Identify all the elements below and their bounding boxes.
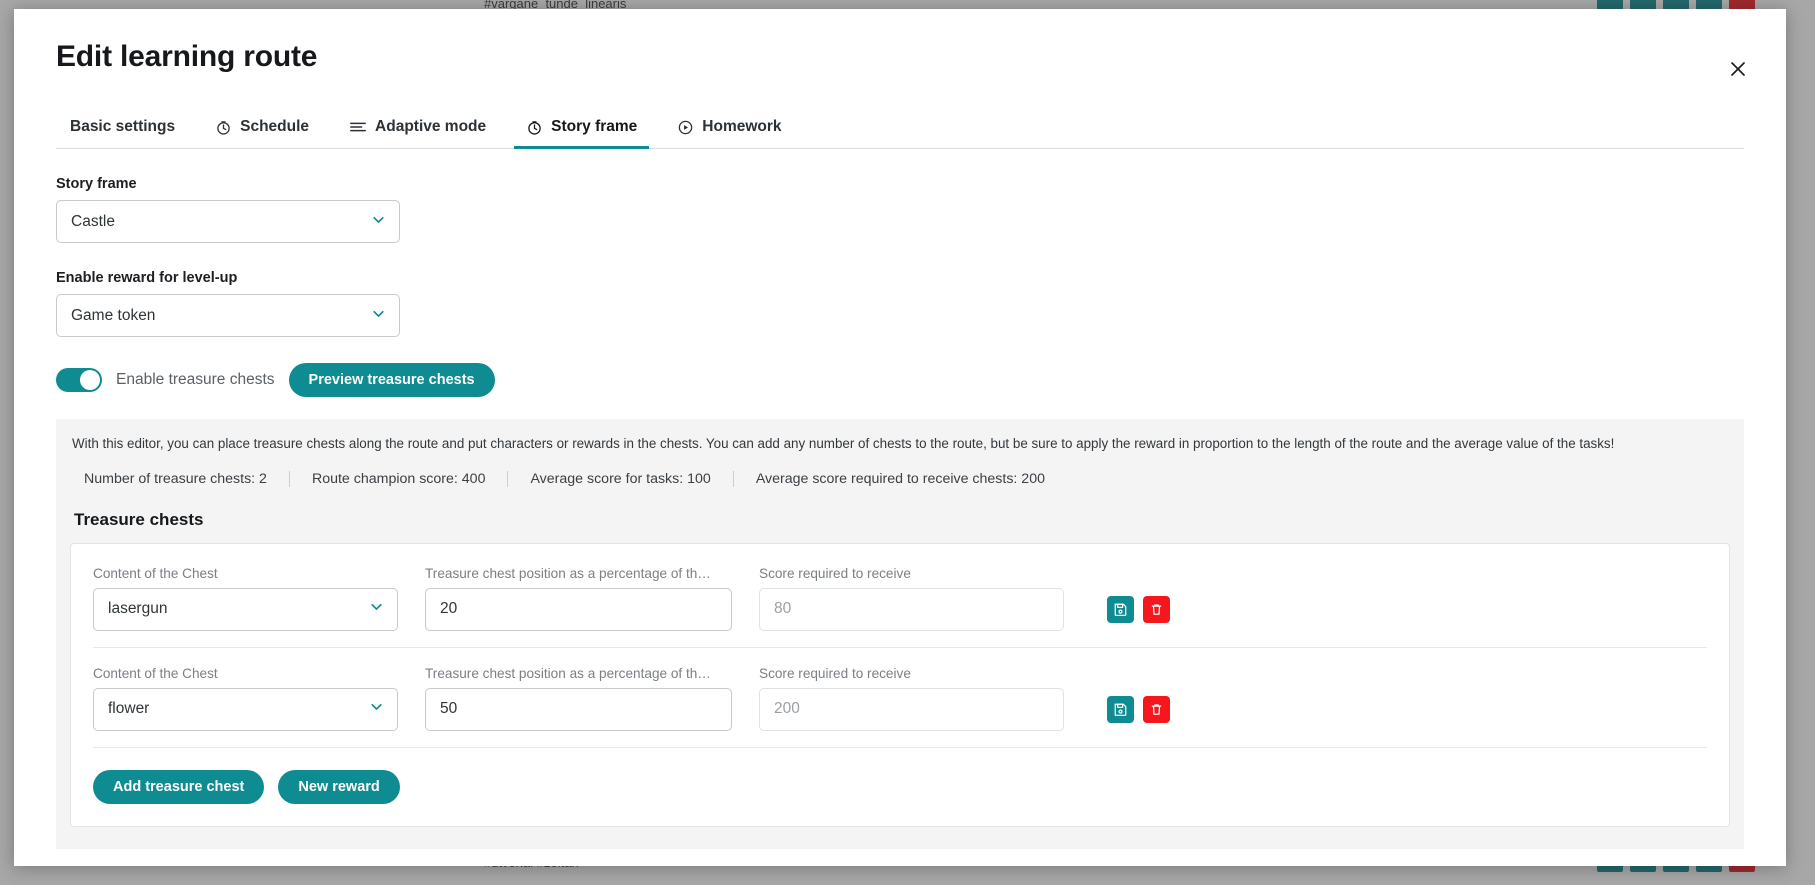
chest-content-field: Content of the Chest lasergun bbox=[93, 566, 398, 631]
tab-basic-settings[interactable]: Basic settings bbox=[56, 118, 195, 148]
chest-position-label: Treasure chest position as a percentage … bbox=[425, 565, 711, 581]
close-icon[interactable] bbox=[1722, 53, 1754, 85]
chest-content-value: lasergun bbox=[108, 600, 168, 618]
stopwatch-icon bbox=[215, 119, 232, 136]
tab-story-frame[interactable]: Story frame bbox=[506, 118, 657, 149]
stats-row: Number of treasure chests: 2 Route champ… bbox=[70, 470, 1730, 487]
editor-description: With this editor, you can place treasure… bbox=[72, 436, 1615, 451]
chest-score-field: Score required to receive 80 bbox=[759, 566, 1064, 631]
tab-homework[interactable]: Homework bbox=[657, 118, 801, 148]
chevron-down-icon bbox=[370, 305, 387, 327]
tab-label: Story frame bbox=[551, 118, 638, 135]
stat-average-score-tasks: Average score for tasks: 100 bbox=[507, 470, 732, 487]
tab-adaptive-mode[interactable]: Adaptive mode bbox=[329, 118, 506, 148]
chest-content-select[interactable]: flower bbox=[93, 687, 398, 731]
stat-route-champion-score: Route champion score: 400 bbox=[288, 470, 508, 487]
chest-row-actions bbox=[1107, 695, 1170, 731]
floppy-disk-icon[interactable] bbox=[1107, 595, 1134, 623]
treasure-chest-row: Content of the Chest flower Treasure che… bbox=[93, 648, 1707, 748]
floppy-disk-icon[interactable] bbox=[1107, 695, 1134, 723]
stopwatch-icon bbox=[526, 119, 543, 136]
chevron-down-icon bbox=[368, 698, 385, 720]
tab-label: Adaptive mode bbox=[375, 118, 487, 135]
chest-score-value: 200 bbox=[774, 700, 800, 718]
enable-treasure-chests-row: Enable treasure chests Preview treasure … bbox=[56, 363, 1744, 397]
trash-icon[interactable] bbox=[1143, 595, 1170, 623]
page-title: Edit learning route bbox=[56, 40, 318, 73]
story-frame-value: Castle bbox=[71, 212, 115, 230]
chest-content-field: Content of the Chest flower bbox=[93, 666, 398, 731]
chevron-down-icon bbox=[370, 211, 387, 233]
tab-schedule[interactable]: Schedule bbox=[195, 118, 329, 148]
chest-row-actions bbox=[1107, 595, 1170, 631]
reward-level-up-select[interactable]: Game token bbox=[56, 294, 400, 337]
chest-position-value: 20 bbox=[440, 600, 458, 618]
add-treasure-chest-button[interactable]: Add treasure chest bbox=[93, 769, 265, 804]
trash-icon[interactable] bbox=[1143, 695, 1170, 723]
tab-label: Schedule bbox=[240, 118, 310, 135]
toggle-knob bbox=[80, 370, 100, 390]
enable-treasure-chests-toggle[interactable] bbox=[56, 368, 102, 392]
treasure-chests-section-title: Treasure chests bbox=[74, 509, 204, 529]
chest-content-select[interactable]: lasergun bbox=[93, 587, 398, 631]
chest-position-input[interactable]: 50 bbox=[425, 687, 732, 731]
tab-bar: Basic settings Schedule Adaptive mode St… bbox=[56, 105, 1744, 149]
chest-score-input[interactable]: 200 bbox=[759, 687, 1064, 731]
treasure-chest-editor-panel: With this editor, you can place treasure… bbox=[56, 419, 1744, 849]
chest-position-field: Treasure chest position as a percentage … bbox=[425, 566, 732, 631]
stat-number-of-chests: Number of treasure chests: 2 bbox=[84, 470, 267, 487]
chest-content-label: Content of the Chest bbox=[93, 665, 218, 681]
story-frame-label: Story frame bbox=[56, 176, 137, 192]
chest-score-field: Score required to receive 200 bbox=[759, 666, 1064, 731]
reward-level-up-value: Game token bbox=[71, 306, 156, 324]
enable-treasure-chests-label: Enable treasure chests bbox=[116, 371, 275, 388]
chest-add-actions: Add treasure chest New reward bbox=[93, 748, 1707, 804]
sliders-lines-icon bbox=[349, 120, 367, 134]
chest-content-value: flower bbox=[108, 700, 150, 718]
chest-position-input[interactable]: 20 bbox=[425, 587, 732, 631]
treasure-chests-card: Content of the Chest lasergun Treasure c… bbox=[70, 542, 1730, 827]
chest-position-label: Treasure chest position as a percentage … bbox=[425, 665, 711, 681]
play-circle-icon bbox=[677, 119, 694, 136]
chest-content-label: Content of the Chest bbox=[93, 565, 218, 581]
chest-score-label: Score required to receive bbox=[759, 565, 911, 581]
new-reward-button[interactable]: New reward bbox=[278, 769, 400, 804]
chest-position-value: 50 bbox=[440, 700, 458, 718]
tab-label: Basic settings bbox=[70, 118, 176, 135]
reward-level-up-label: Enable reward for level-up bbox=[56, 270, 238, 286]
preview-treasure-chests-button[interactable]: Preview treasure chests bbox=[288, 363, 495, 397]
edit-learning-route-modal: Edit learning route Basic settings Sched… bbox=[14, 9, 1786, 866]
chest-score-input[interactable]: 80 bbox=[759, 587, 1064, 631]
tab-label: Homework bbox=[702, 118, 782, 135]
chevron-down-icon bbox=[368, 598, 385, 620]
story-frame-select[interactable]: Castle bbox=[56, 200, 400, 243]
chest-score-value: 80 bbox=[774, 600, 792, 618]
chest-score-label: Score required to receive bbox=[759, 665, 911, 681]
treasure-chest-row: Content of the Chest lasergun Treasure c… bbox=[93, 548, 1707, 648]
stat-average-score-required: Average score required to receive chests… bbox=[732, 470, 1067, 487]
chest-position-field: Treasure chest position as a percentage … bbox=[425, 666, 732, 731]
